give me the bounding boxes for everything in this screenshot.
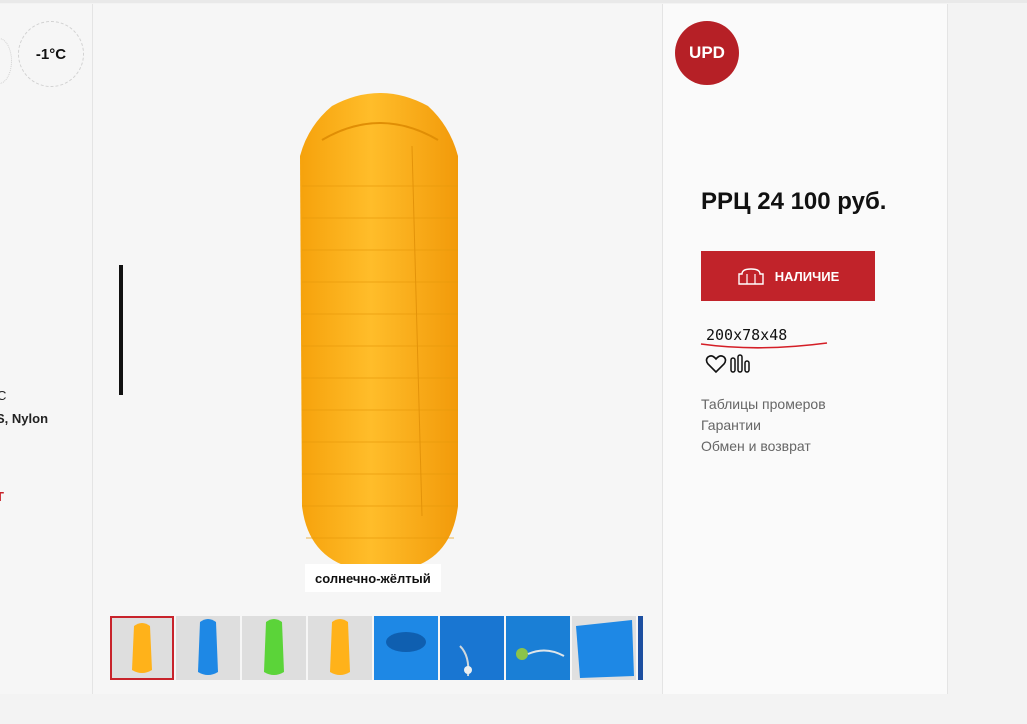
purchase-panel: UPD РРЦ 24 100 руб. НАЛИЧИЕ 200x78x48 Та…: [663, 4, 948, 694]
product-info-column: -1°C I C S, Nylon T: [0, 4, 93, 694]
brand-logo[interactable]: UPD: [675, 21, 739, 85]
thumbnail-strip: [110, 616, 643, 680]
material-fragment: S, Nylon: [0, 411, 49, 426]
bag-icon: [738, 268, 764, 285]
product-image[interactable]: [292, 86, 468, 574]
link-fragment[interactable]: T: [0, 489, 4, 504]
thumbnail-1[interactable]: [110, 616, 174, 680]
thumbnail-8[interactable]: [572, 616, 636, 680]
stock-button[interactable]: НАЛИЧИЕ: [701, 251, 875, 301]
warranty-link[interactable]: Гарантии: [701, 415, 826, 436]
gallery-scrollbar[interactable]: [119, 265, 123, 395]
product-gallery: солнечно-жёлтый: [93, 4, 663, 694]
stock-button-label: НАЛИЧИЕ: [774, 268, 840, 284]
size-underline: [700, 342, 828, 349]
info-links: Таблицы промеров Гарантии Обмен и возвра…: [701, 394, 826, 457]
compare-icon[interactable]: [729, 354, 753, 374]
price: РРЦ 24 100 руб.: [701, 188, 887, 215]
top-border: [0, 0, 1027, 3]
thumbnail-3[interactable]: [242, 616, 306, 680]
badge-decoration: [0, 38, 12, 84]
thumbnail-2[interactable]: [176, 616, 240, 680]
color-name-label: солнечно-жёлтый: [305, 564, 441, 592]
spec-fragment: C: [0, 388, 6, 403]
thumbnail-overflow[interactable]: [638, 616, 643, 680]
thumbnail-4[interactable]: [308, 616, 372, 680]
heart-icon[interactable]: [705, 354, 727, 374]
thumbnail-7[interactable]: [506, 616, 570, 680]
returns-link[interactable]: Обмен и возврат: [701, 436, 826, 457]
temperature-badge: -1°C: [18, 21, 84, 87]
thumbnail-6[interactable]: [440, 616, 504, 680]
temperature-value: -1°C: [35, 45, 67, 63]
size-tables-link[interactable]: Таблицы промеров: [701, 394, 826, 415]
thumbnail-5[interactable]: [374, 616, 438, 680]
